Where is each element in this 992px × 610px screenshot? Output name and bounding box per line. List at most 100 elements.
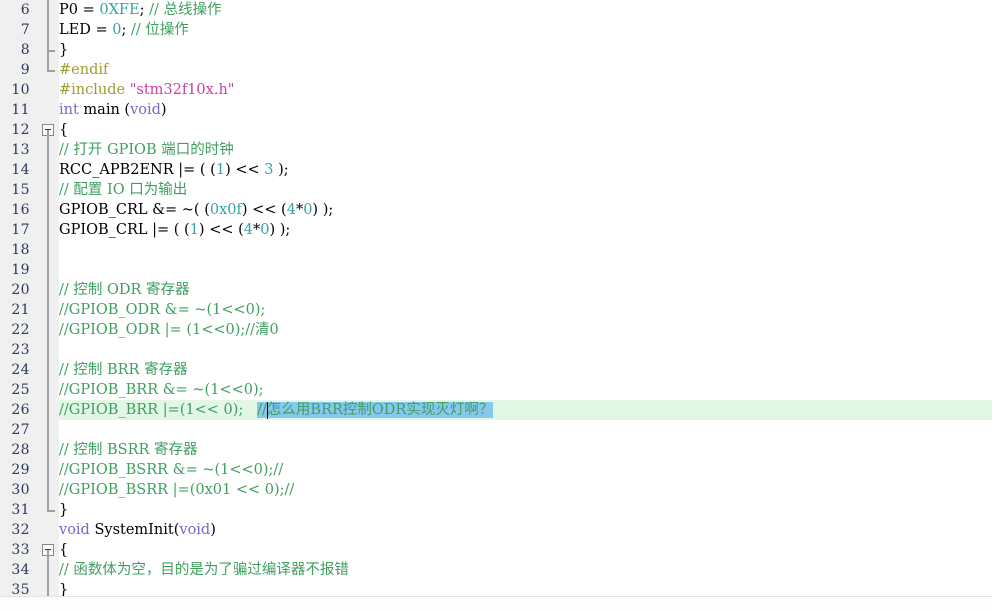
code-token: RCC_APB2ENR |= ( ( (59, 162, 216, 178)
fold-marker-none (38, 100, 59, 120)
code-token: ); (273, 162, 289, 178)
code-token: ) (210, 522, 216, 538)
code-token: 4 (286, 202, 296, 218)
code-line[interactable]: 13 // 打开 GPIOB 端口的时钟 (0, 140, 992, 160)
line-number: 14 (11, 162, 30, 178)
line-number: 17 (11, 222, 30, 238)
fold-marker-bar (38, 460, 59, 480)
code-token: ) ); (269, 222, 291, 238)
code-text[interactable]: P0 = 0XFE; // 总线操作 (59, 0, 221, 20)
code-token: // 位操作 (130, 22, 189, 38)
code-line[interactable]: 31} (0, 500, 992, 520)
code-line[interactable]: 20 // 控制 ODR 寄存器 (0, 280, 992, 300)
fold-marker-elbow-end (38, 500, 59, 520)
code-text[interactable]: //GPIOB_ODR |= (1<<0);//清0 (59, 320, 279, 340)
code-text[interactable]: // 控制 ODR 寄存器 (59, 280, 190, 300)
code-token: "stm32f10x.h" (129, 82, 235, 98)
code-text[interactable]: void SystemInit(void) (59, 520, 216, 540)
code-line[interactable]: 22 //GPIOB_ODR |= (1<<0);//清0 (0, 320, 992, 340)
code-token: //GPIOB_ODR |= (1<<0);//清0 (59, 322, 279, 338)
code-line[interactable]: 25 //GPIOB_BRR &= ~(1<<0); (0, 380, 992, 400)
code-token: int (59, 102, 79, 118)
code-line[interactable]: 10 #include "stm32f10x.h" (0, 80, 992, 100)
line-number: 34 (11, 562, 30, 578)
code-text[interactable]: GPIOB_CRL &= ~( (0x0f) << (4*0) ); (59, 200, 333, 220)
code-line[interactable]: 30 //GPIOB_BSRR |=(0x01 << 0);// (0, 480, 992, 500)
code-token: // 配置 IO 口为输出 (59, 182, 188, 198)
code-line[interactable]: 11 int main (void) (0, 100, 992, 120)
code-text[interactable]: #include "stm32f10x.h" (59, 80, 234, 100)
fold-marker-bar (38, 240, 59, 260)
code-text[interactable]: } (59, 40, 68, 60)
fold-marker-box[interactable] (38, 120, 59, 140)
code-token: LED = (59, 22, 113, 38)
code-line[interactable]: 28 // 控制 BSRR 寄存器 (0, 440, 992, 460)
code-line[interactable]: 12 { (0, 120, 992, 140)
line-number: 26 (11, 402, 30, 418)
code-text[interactable]: // 控制 BRR 寄存器 (59, 360, 188, 380)
line-number: 10 (11, 82, 30, 98)
code-text[interactable]: { (59, 120, 68, 140)
code-line[interactable]: 16 GPIOB_CRL &= ~( (0x0f) << (4*0) ); (0, 200, 992, 220)
code-text[interactable]: // 控制 BSRR 寄存器 (59, 440, 198, 460)
code-token: 3 (264, 162, 274, 178)
fold-marker-bar (38, 380, 59, 400)
code-text[interactable]: #endif (59, 60, 108, 80)
code-line[interactable]: 17 GPIOB_CRL |= ( (1) << (4*0) ); (0, 220, 992, 240)
code-line[interactable]: 14 RCC_APB2ENR |= ( (1) << 3 ); (0, 160, 992, 180)
fold-marker-bar (38, 560, 59, 580)
code-text[interactable]: LED = 0; // 位操作 (59, 20, 189, 40)
code-line[interactable]: 8} (0, 40, 992, 60)
code-token: //GPIOB_BSRR &= ~(1<<0);// (59, 462, 284, 478)
code-text[interactable]: //GPIOB_BSRR |=(0x01 << 0);// (59, 480, 294, 500)
code-line[interactable]: 33 { (0, 540, 992, 560)
fold-marker-box[interactable] (38, 540, 59, 560)
fold-marker-stem (38, 20, 59, 40)
code-text[interactable]: // 配置 IO 口为输出 (59, 180, 187, 200)
code-line[interactable]: 23 (0, 340, 992, 360)
code-token: ) << ( (198, 222, 244, 238)
code-text[interactable]: // 打开 GPIOB 端口的时钟 (59, 140, 234, 160)
code-token: ) << ( (241, 202, 287, 218)
code-text[interactable]: //GPIOB_BSRR &= ~(1<<0);// (59, 460, 283, 480)
fold-marker-bar (38, 300, 59, 320)
code-line[interactable]: 29 //GPIOB_BSRR &= ~(1<<0);// (0, 460, 992, 480)
line-number: 25 (11, 382, 30, 398)
code-lines-container[interactable]: 6 P0 = 0XFE; // 总线操作 7 LED = 0; // 位操作 8} 9 #e… (0, 0, 992, 610)
fold-marker-bar (38, 220, 59, 240)
code-token: ; (121, 22, 131, 38)
code-text[interactable]: RCC_APB2ENR |= ( (1) << 3 ); (59, 160, 289, 180)
fold-marker-elbow-end (38, 60, 59, 80)
code-line[interactable]: 24 // 控制 BRR 寄存器 (0, 360, 992, 380)
code-token: //GPIOB_ODR &= ~(1<<0); (59, 302, 266, 318)
code-token: main ( (78, 102, 131, 118)
code-line[interactable]: 6 P0 = 0XFE; // 总线操作 (0, 0, 992, 20)
code-text[interactable]: // 函数体为空，目的是为了骗过编译器不报错 (59, 560, 349, 580)
code-editor[interactable]: 6 P0 = 0XFE; // 总线操作 7 LED = 0; // 位操作 8} 9 #e… (0, 0, 992, 610)
code-text[interactable]: //GPIOB_BRR &= ~(1<<0); (59, 380, 264, 400)
code-text[interactable]: } (59, 500, 68, 520)
code-token: GPIOB_CRL &= ~( ( (59, 202, 210, 218)
fold-marker-bar (38, 400, 59, 420)
code-text[interactable]: { (59, 540, 68, 560)
code-text[interactable]: GPIOB_CRL |= ( (1) << (4*0) ); (59, 220, 290, 240)
code-line[interactable]: 19 (0, 260, 992, 280)
code-text[interactable]: //GPIOB_BRR |=(1<< 0); //怎么用BRR控制ODR实现灭灯… (59, 400, 494, 420)
code-token: //GPIOB_BRR |=(1<< 0); (59, 402, 258, 418)
code-line[interactable]: 9 #endif (0, 60, 992, 80)
code-line[interactable]: 21 //GPIOB_ODR &= ~(1<<0); (0, 300, 992, 320)
code-token: } (59, 502, 69, 518)
code-line[interactable]: 18 (0, 240, 992, 260)
code-line[interactable]: 7 LED = 0; // 位操作 (0, 20, 992, 40)
code-line[interactable]: 26 //GPIOB_BRR |=(1<< 0); //怎么用BRR控制ODR实现… (0, 400, 992, 420)
code-line[interactable]: 34 // 函数体为空，目的是为了骗过编译器不报错 (0, 560, 992, 580)
line-number: 7 (20, 22, 30, 38)
code-line[interactable]: 15 // 配置 IO 口为输出 (0, 180, 992, 200)
line-number: 19 (11, 262, 30, 278)
line-number: 13 (11, 142, 30, 158)
code-text[interactable]: int main (void) (59, 100, 167, 120)
code-text[interactable]: //GPIOB_ODR &= ~(1<<0); (59, 300, 265, 320)
code-line[interactable]: 32 void SystemInit(void) (0, 520, 992, 540)
line-number: 9 (20, 62, 30, 78)
code-line[interactable]: 27 (0, 420, 992, 440)
